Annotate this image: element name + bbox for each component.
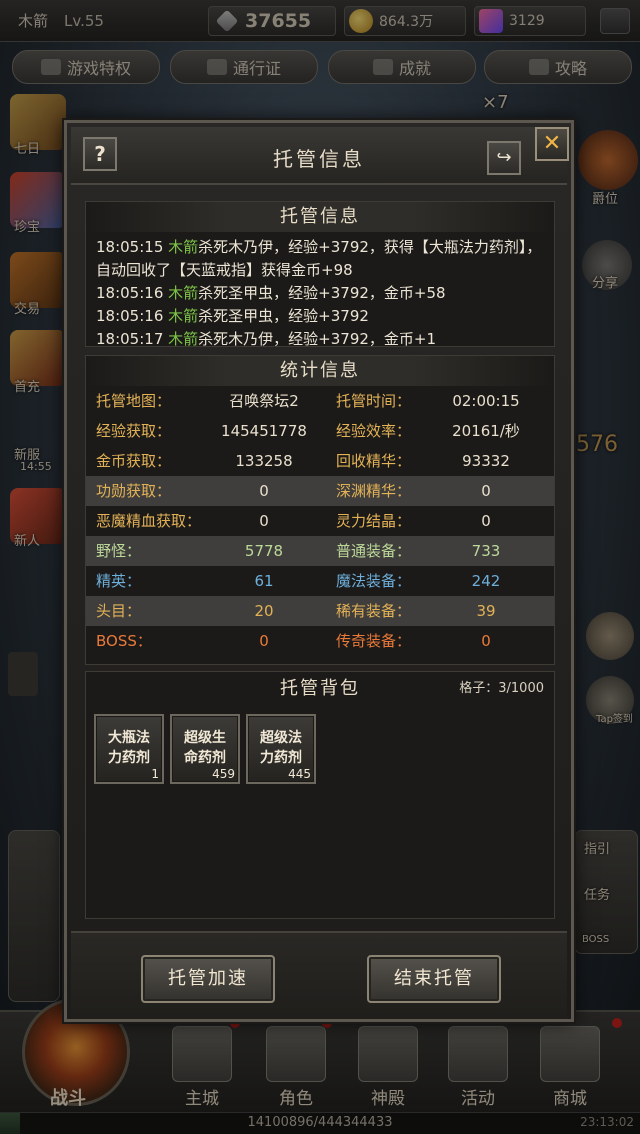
log-player-name: 木箭 (168, 330, 199, 348)
stat-label: BOSS： (96, 632, 152, 650)
stat-label: 托管时间： (336, 392, 412, 410)
close-button[interactable]: ✕ (535, 127, 569, 161)
stat-label: 金币获取： (96, 452, 172, 470)
stats-section-title: 统计信息 (86, 356, 554, 386)
log-message: 杀死木乃伊，经验+3792，金币+1 (198, 330, 437, 348)
stat-row: BOSS： 0 传奇装备： 0 (86, 626, 554, 656)
stat-row: 金币获取： 133258 回收精华： 93332 (86, 446, 554, 476)
bag-item-slot[interactable]: 大瓶法力药剂 1 (94, 714, 164, 784)
stat-row: 托管地图： 召唤祭坛2 托管时间： 02:00:15 (86, 386, 554, 416)
stat-value: 242 (471, 572, 501, 590)
stat-label: 托管地图： (96, 392, 172, 410)
bag-item-name: 大瓶法力药剂 (108, 730, 150, 766)
log-player-name: 木箭 (168, 284, 199, 302)
stat-row: 恶魔精血获取： 0 灵力结晶： 0 (86, 506, 554, 536)
bag-item-count: 1 (151, 767, 159, 781)
stat-label: 深渊精华： (336, 482, 412, 500)
stat-row: 野怪： 5778 普通装备： 733 (86, 536, 554, 566)
stat-value: 0 (481, 632, 491, 650)
bag-item-slot[interactable]: 超级法力药剂 445 (246, 714, 316, 784)
stat-label: 稀有装备： (336, 602, 412, 620)
log-list[interactable]: 18:05:15 木箭杀死木乃伊，经验+3792，获得【大瓶法力药剂】，自动回收… (86, 232, 554, 351)
stat-label: 普通装备： (336, 542, 412, 560)
stat-value: 20161/秒 (452, 422, 520, 440)
log-entry: 18:05:16 木箭杀死圣甲虫，经验+3792 (96, 305, 544, 328)
stat-value: 召唤祭坛2 (229, 392, 299, 410)
share-button[interactable]: ↪ (487, 141, 521, 175)
stat-value: 20 (254, 602, 274, 620)
stats-section: 统计信息 托管地图： 召唤祭坛2 托管时间： 02:00:15 经验获取： 1454517… (85, 355, 555, 665)
log-message: 杀死圣甲虫，经验+3792，金币+58 (198, 284, 446, 302)
bag-item-name: 超级法力药剂 (260, 730, 302, 766)
bag-item-count: 445 (288, 767, 311, 781)
bag-slot-count: 格子：3/1000 (459, 681, 544, 696)
auto-battle-dialog: ? 托管信息 ↪ ✕ 托管信息 18:05:15 木箭杀死木乃伊，经验+3792… (64, 120, 574, 1022)
log-entry: 18:05:16 木箭杀死圣甲虫，经验+3792，金币+58 (96, 282, 544, 305)
stat-label: 功勋获取： (96, 482, 172, 500)
stat-value: 133258 (235, 452, 293, 470)
stats-table: 托管地图： 召唤祭坛2 托管时间： 02:00:15 经验获取： 145451778 经验效… (86, 386, 554, 656)
log-player-name: 木箭 (168, 307, 199, 325)
stat-row: 经验获取： 145451778 经验效率： 20161/秒 (86, 416, 554, 446)
stat-label: 野怪： (96, 542, 142, 560)
stat-value: 733 (471, 542, 501, 560)
bag-item-slot[interactable]: 超级生命药剂 459 (170, 714, 240, 784)
log-message: 杀死圣甲虫，经验+3792 (198, 307, 369, 325)
stat-label: 魔法装备： (336, 572, 412, 590)
dialog-header: ? 托管信息 ↪ (71, 127, 567, 185)
stat-label: 精英： (96, 572, 142, 590)
speed-up-button[interactable]: 托管加速 (141, 955, 275, 1003)
bag-item-count: 459 (212, 767, 235, 781)
log-entry: 18:05:15 木箭杀死木乃伊，经验+3792，获得【大瓶法力药剂】，自动回收… (96, 236, 544, 282)
stat-value: 61 (254, 572, 274, 590)
log-time: 18:05:17 (96, 330, 164, 348)
log-time: 18:05:16 (96, 284, 164, 302)
stat-label: 灵力结晶： (336, 512, 412, 530)
log-section: 托管信息 18:05:15 木箭杀死木乃伊，经验+3792，获得【大瓶法力药剂】… (85, 201, 555, 348)
stat-row: 头目： 20 稀有装备： 39 (86, 596, 554, 626)
bag-section: 托管背包 格子：3/1000 大瓶法力药剂 1 超级生命药剂 459 超级法力药剂 445 (85, 671, 555, 919)
stat-value: 93332 (462, 452, 510, 470)
stat-value: 0 (259, 632, 269, 650)
stat-value: 0 (481, 512, 491, 530)
stat-value: 145451778 (221, 422, 307, 440)
bag-items: 大瓶法力药剂 1 超级生命药剂 459 超级法力药剂 445 (86, 706, 554, 956)
bag-item-name: 超级生命药剂 (184, 730, 226, 766)
log-message: 杀死木乃伊，经验+3792，获得【大瓶法力药剂】，自动回收了【天蓝戒指】获得金币… (96, 238, 542, 279)
stat-value: 0 (259, 512, 269, 530)
log-entry: 18:05:17 木箭杀死木乃伊，经验+3792，金币+1 (96, 328, 544, 351)
stat-row: 功勋获取： 0 深渊精华： 0 (86, 476, 554, 506)
dialog-footer: 托管加速 结束托管 (71, 931, 567, 1019)
bag-header: 托管背包 格子：3/1000 (86, 672, 554, 706)
log-section-title: 托管信息 (86, 202, 554, 232)
stat-row: 精英： 61 魔法装备： 242 (86, 566, 554, 596)
stat-value: 5778 (244, 542, 284, 560)
stat-value: 0 (259, 482, 269, 500)
log-time: 18:05:15 (96, 238, 164, 256)
stat-label: 经验获取： (96, 422, 172, 440)
stat-label: 经验效率： (336, 422, 412, 440)
stat-label: 回收精华： (336, 452, 412, 470)
stat-label: 恶魔精血获取： (96, 512, 202, 530)
log-player-name: 木箭 (168, 238, 199, 256)
end-auto-button[interactable]: 结束托管 (367, 955, 501, 1003)
log-time: 18:05:16 (96, 307, 164, 325)
stat-value: 02:00:15 (452, 392, 520, 410)
stat-label: 头目： (96, 602, 142, 620)
stat-value: 0 (481, 482, 491, 500)
stat-label: 传奇装备： (336, 632, 412, 650)
stat-value: 39 (476, 602, 496, 620)
